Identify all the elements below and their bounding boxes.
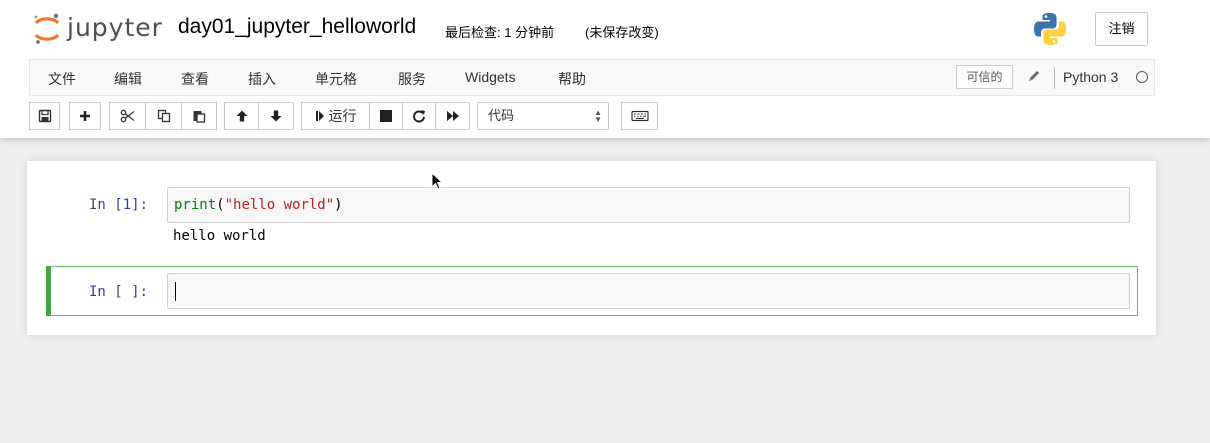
restart-button[interactable] (402, 102, 436, 130)
code-input[interactable] (167, 273, 1130, 309)
menu-insert[interactable]: 插入 (248, 69, 276, 89)
code-function: print (174, 197, 217, 213)
fast-forward-icon (446, 111, 459, 121)
code-paren-close: ) (334, 197, 343, 213)
menubar: 文件 编辑 查看 插入 单元格 服务 Widgets 帮助 可信的 Python… (29, 59, 1155, 96)
notebook-container: In [1]: print("hello world") hello world… (27, 161, 1156, 335)
kernel-name[interactable]: Python 3 (1063, 69, 1118, 85)
python-logo-icon (1034, 13, 1066, 45)
keyboard-icon (630, 110, 649, 122)
menu-cell[interactable]: 单元格 (315, 69, 357, 89)
menu-edit[interactable]: 编辑 (114, 69, 142, 89)
cut-button[interactable] (109, 102, 146, 130)
pencil-icon[interactable] (1026, 68, 1042, 84)
trusted-badge[interactable]: 可信的 (956, 65, 1013, 89)
paste-button[interactable] (181, 102, 217, 130)
kernel-status-icon (1136, 71, 1148, 83)
move-down-button[interactable] (258, 102, 294, 130)
input-prompt: In [ ]: (89, 284, 149, 300)
menu-file[interactable]: 文件 (48, 69, 76, 89)
menu-widgets[interactable]: Widgets (465, 69, 516, 85)
code-string: "hello world" (224, 197, 335, 213)
paste-icon (193, 111, 206, 123)
select-arrows-icon: ▲ ▼ (594, 108, 602, 124)
save-button[interactable] (29, 102, 60, 130)
command-palette-button[interactable] (621, 102, 658, 130)
move-up-button[interactable] (224, 102, 259, 130)
cut-icon (120, 109, 134, 123)
stop-icon (380, 110, 392, 122)
plus-icon (80, 111, 90, 121)
jupyter-logo-icon (34, 13, 60, 44)
arrow-down-icon (270, 110, 282, 122)
code-cell-selected[interactable]: In [ ]: (46, 266, 1138, 316)
cell-type-value: 代码 (488, 108, 515, 123)
text-caret (175, 282, 176, 301)
top-bar: jupyter day01_jupyter_helloworld 最后检查: 1… (0, 0, 1210, 56)
input-prompt: In [1]: (89, 197, 149, 213)
cell-output: hello world (173, 228, 266, 244)
step-forward-icon (315, 111, 324, 121)
menu-help[interactable]: 帮助 (558, 69, 586, 89)
copy-button[interactable] (145, 102, 182, 130)
insert-cell-button[interactable] (69, 102, 101, 130)
code-input[interactable]: print("hello world") (167, 187, 1130, 223)
divider (1054, 67, 1055, 89)
jupyter-logo[interactable]: jupyter (32, 12, 167, 46)
checkpoint-status: 最后检查: 1 分钟前 (445, 25, 555, 40)
notebook-title[interactable]: day01_jupyter_helloworld (178, 15, 416, 39)
code-cell[interactable]: In [1]: print("hello world") hello world (46, 181, 1138, 253)
toolbar: 运行 代码 ▲ ▼ (0, 102, 1210, 132)
menu-view[interactable]: 查看 (181, 69, 209, 89)
header: jupyter day01_jupyter_helloworld 最后检查: 1… (0, 0, 1210, 138)
menu-kernel[interactable]: 服务 (398, 69, 426, 89)
restart-run-all-button[interactable] (435, 102, 470, 130)
cell-type-select[interactable]: 代码 ▲ ▼ (477, 102, 609, 130)
code-paren-open: ( (216, 197, 225, 213)
save-icon (38, 109, 51, 123)
arrow-up-icon (236, 110, 247, 122)
run-label: 运行 (328, 108, 357, 124)
mouse-pointer-icon (431, 172, 444, 190)
unsaved-status: (未保存改变) (585, 25, 659, 40)
refresh-icon (413, 110, 425, 123)
logout-button[interactable]: 注销 (1095, 12, 1148, 46)
copy-icon (157, 109, 170, 123)
logo-text: jupyter (67, 13, 163, 42)
run-button[interactable]: 运行 (301, 102, 370, 130)
stop-button[interactable] (369, 102, 403, 130)
